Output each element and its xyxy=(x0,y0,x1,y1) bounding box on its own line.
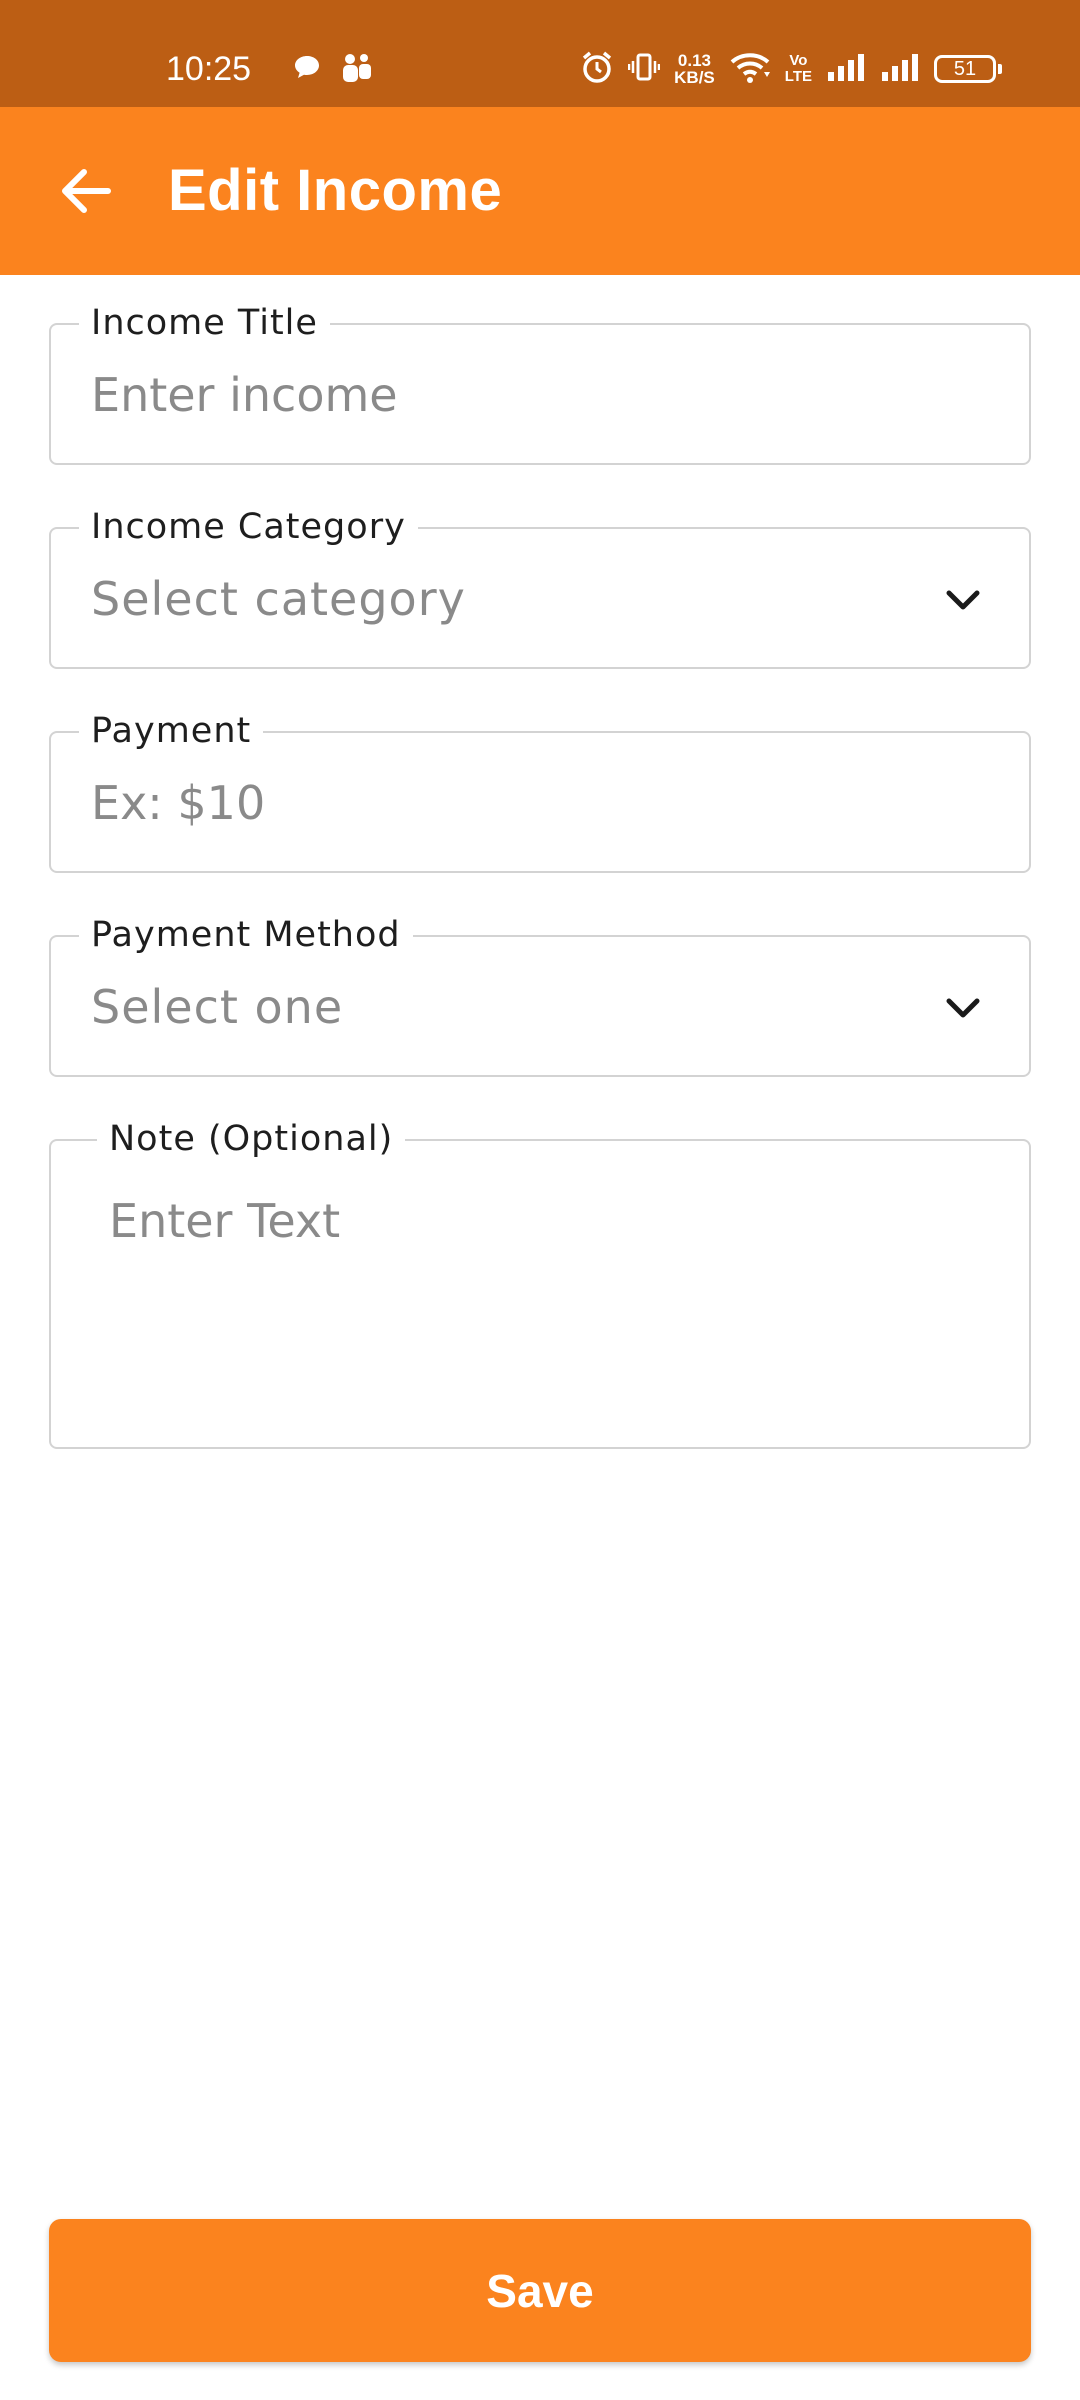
notification-icons xyxy=(292,52,374,88)
signal-strength-icon-1 xyxy=(826,52,866,86)
payment-input[interactable] xyxy=(91,773,919,833)
volte-top: Vo xyxy=(789,52,808,69)
status-bar: 10:25 0.13 KB/S Vo LTE 51 xyxy=(0,0,1080,107)
network-speed-value: 0.13 xyxy=(677,51,712,70)
income-title-label: Income Title xyxy=(79,299,330,347)
income-title-input[interactable] xyxy=(91,365,919,425)
vibrate-icon xyxy=(627,51,661,87)
network-speed-unit: KB/S xyxy=(674,68,715,87)
teams-icon xyxy=(340,52,374,88)
income-category-value: Select category xyxy=(91,572,466,626)
page-title: Edit Income xyxy=(168,158,503,223)
income-title-field[interactable]: Income Title xyxy=(49,299,1031,465)
system-icons: 0.13 KB/S Vo LTE 51 xyxy=(580,50,1002,88)
note-field[interactable]: Note (Optional) xyxy=(49,1115,1031,1449)
income-category-dropdown[interactable]: Income Category Select category xyxy=(49,503,1031,669)
note-label: Note (Optional) xyxy=(97,1115,406,1163)
chat-bubble-icon xyxy=(292,52,322,88)
arrow-left-icon xyxy=(58,168,112,218)
payment-label: Payment xyxy=(79,707,264,755)
chevron-down-icon[interactable] xyxy=(943,585,983,615)
payment-field[interactable]: Payment xyxy=(49,707,1031,873)
volte-indicator: Vo LTE xyxy=(785,53,812,85)
status-time: 10:25 xyxy=(166,50,252,88)
back-button[interactable] xyxy=(50,163,120,223)
chevron-down-icon[interactable] xyxy=(943,993,983,1023)
network-speed: 0.13 KB/S xyxy=(674,52,715,86)
wifi-icon xyxy=(729,50,771,88)
alarm-icon xyxy=(580,50,614,88)
income-category-label: Income Category xyxy=(79,503,418,551)
note-textarea[interactable] xyxy=(109,1191,919,1391)
payment-method-dropdown[interactable]: Payment Method Select one xyxy=(49,911,1031,1077)
signal-strength-icon-2 xyxy=(880,52,920,86)
payment-method-value: Select one xyxy=(91,980,344,1034)
app-bar: Edit Income xyxy=(0,107,1080,275)
volte-bottom: LTE xyxy=(784,68,812,85)
payment-method-label: Payment Method xyxy=(79,911,413,959)
battery-icon: 51 xyxy=(934,55,1002,83)
save-button[interactable]: Save xyxy=(49,2219,1031,2362)
